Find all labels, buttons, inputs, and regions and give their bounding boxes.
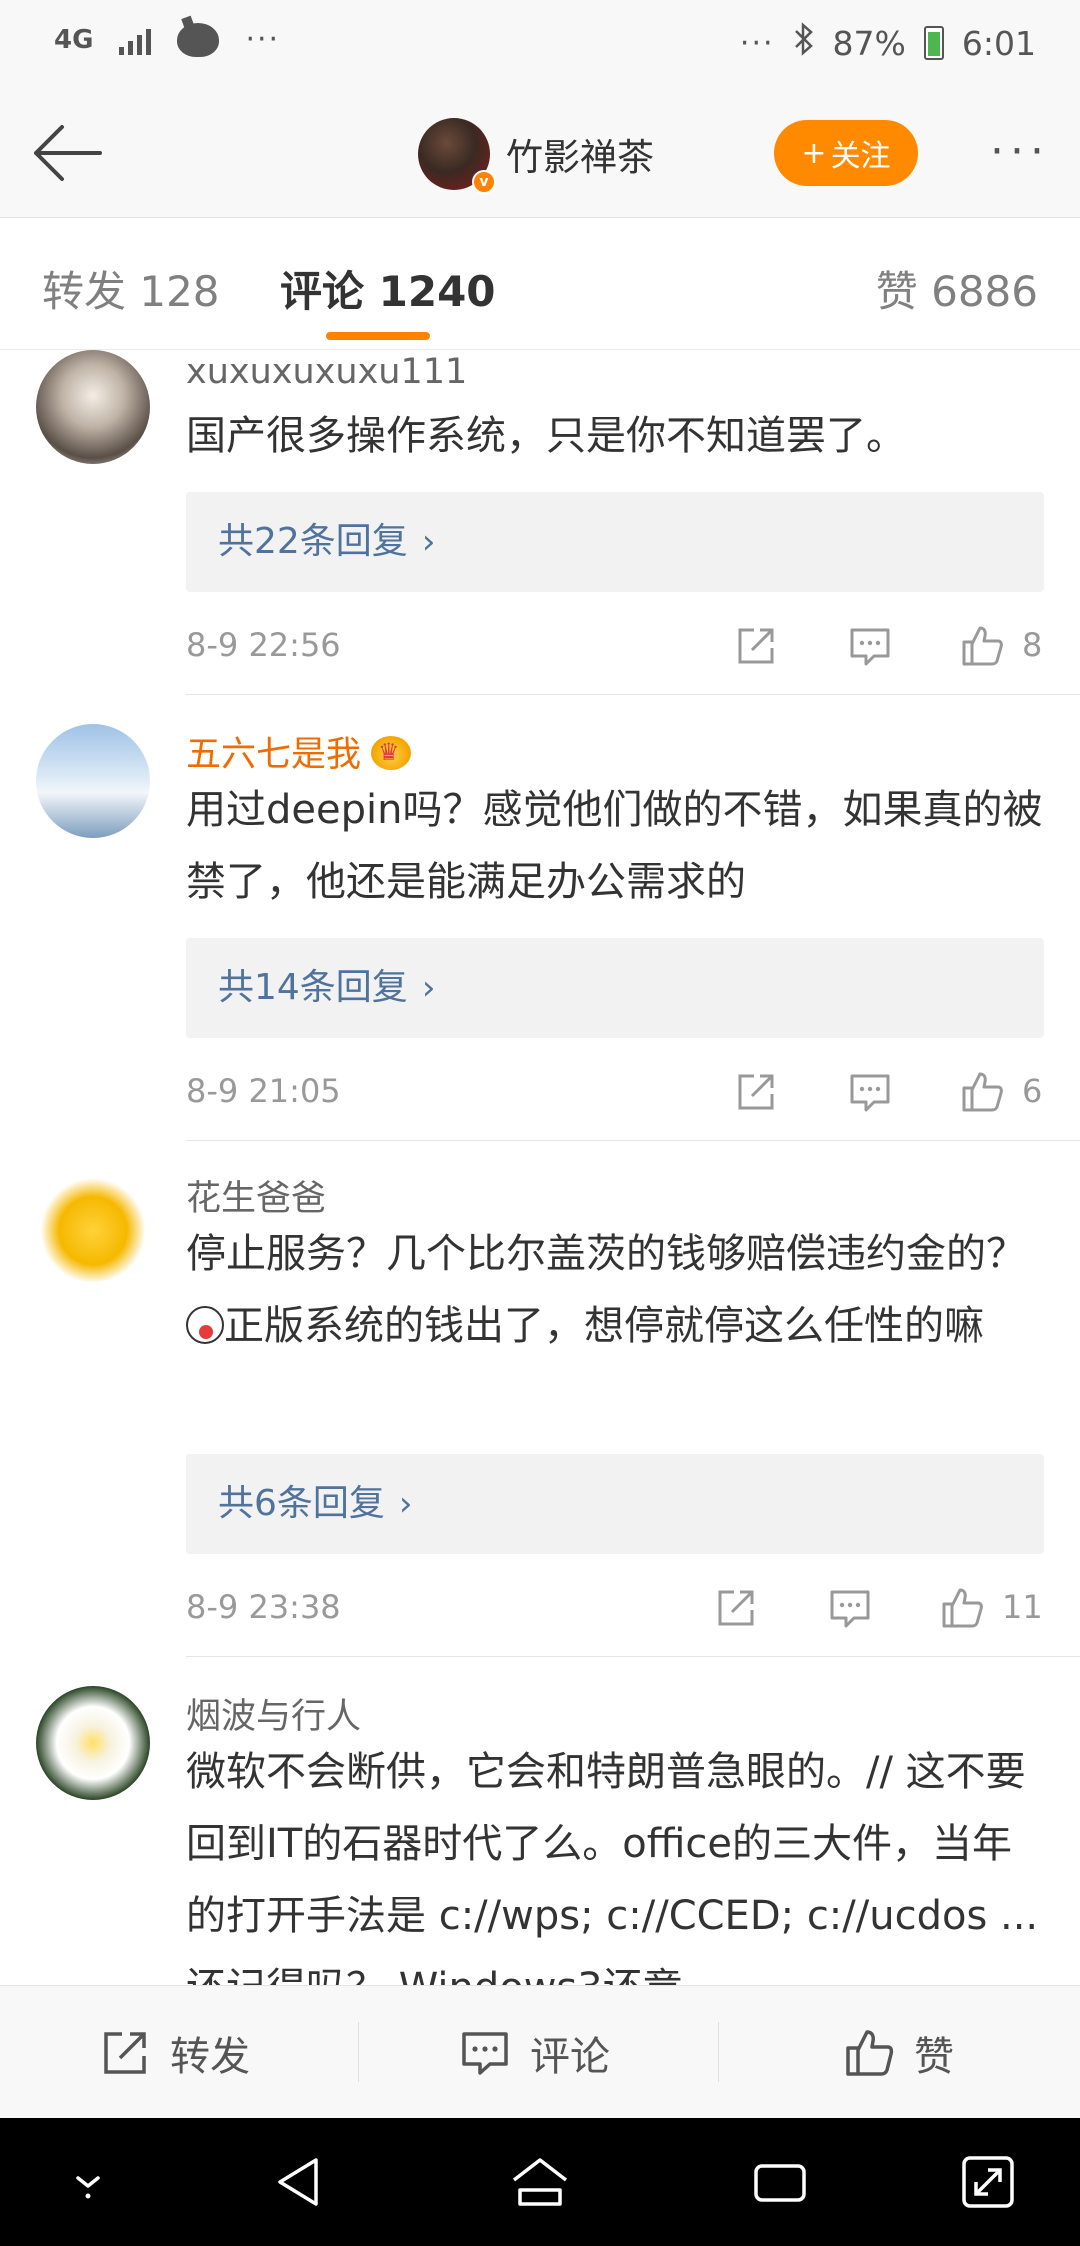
user-avatar[interactable] xyxy=(36,1686,150,1800)
comment-text: 微软不会断供，它会和特朗普急眼的。// 这不要回到IT的石器时代了么。offic… xyxy=(186,1749,1039,1985)
tab-bar: 转发 128 评论 1240 赞 6886 xyxy=(0,218,1080,350)
clock: 6:01 xyxy=(961,23,1036,63)
separator xyxy=(718,2022,719,2082)
home-icon xyxy=(512,2158,568,2206)
comment-username[interactable]: 五六七是我 xyxy=(186,726,412,777)
username-label: 五六七是我 xyxy=(186,735,362,775)
thumbs-up-icon[interactable] xyxy=(958,1068,1006,1116)
system-back-button[interactable] xyxy=(270,2152,330,2212)
user-avatar[interactable] xyxy=(36,350,150,464)
comment-username[interactable]: 烟波与行人 xyxy=(186,1688,361,1739)
repost-button[interactable]: 转发 xyxy=(98,1986,250,2119)
view-replies-button[interactable]: 共6条回复 › xyxy=(186,1454,1044,1554)
repost-label: 转发 xyxy=(170,2033,250,2080)
chevron-right-icon: › xyxy=(421,968,436,1008)
user-avatar[interactable] xyxy=(36,1168,150,1282)
like-count: 11 xyxy=(1002,1588,1043,1626)
thumbs-up-icon xyxy=(846,2029,894,2076)
comment-label: 评论 xyxy=(530,2033,610,2080)
like-button[interactable]: 赞 xyxy=(842,1986,954,2119)
replies-count: 共6条回复 xyxy=(218,1483,385,1524)
comment-timestamp: 8-9 23:38 xyxy=(186,1588,341,1626)
user-avatar[interactable] xyxy=(36,724,150,838)
vip-crown-icon xyxy=(371,736,412,770)
bottom-action-bar: 转发 评论 赞 xyxy=(0,1985,1080,2118)
comment-list[interactable]: xuxuxuxuxu111 国产很多操作系统，只是你不知道罢了。 共22条回复 ›… xyxy=(0,350,1080,1985)
system-expand-button[interactable] xyxy=(958,2152,1018,2212)
comment-meta: 8-9 21:05 6 xyxy=(186,1068,1044,1118)
status-dots-icon: ··· xyxy=(739,25,775,61)
chevron-down-icon xyxy=(76,2176,100,2199)
app-notification-icon xyxy=(177,22,220,57)
comment-icon xyxy=(462,2031,508,2075)
view-replies-button[interactable]: 共14条回复 › xyxy=(186,938,1044,1038)
author-profile[interactable]: v 竹影禅茶 xyxy=(418,118,654,194)
follow-button[interactable]: + 关注 xyxy=(774,120,918,186)
share-icon xyxy=(104,2031,146,2074)
active-tab-indicator xyxy=(326,332,430,340)
separator xyxy=(358,2022,359,2082)
tab-comments[interactable]: 评论 1240 xyxy=(280,258,496,319)
comment-divider xyxy=(186,1140,1080,1141)
comment-username[interactable]: xuxuxuxuxu111 xyxy=(186,352,467,392)
status-bar: 4G ··· ··· 87% 6:01 xyxy=(0,0,1080,90)
comment-text: 用过deepin吗？感觉他们做的不错，如果真的被禁了，他还是能满足办公需求的 xyxy=(186,787,1043,905)
comment-timestamp: 8-9 21:05 xyxy=(186,1072,341,1110)
battery-icon xyxy=(923,26,944,60)
bluetooth-icon xyxy=(793,22,815,64)
triangle-back-icon xyxy=(278,2158,318,2206)
replies-count: 共14条回复 xyxy=(218,967,408,1008)
comment-divider xyxy=(186,1656,1080,1657)
comment-divider xyxy=(186,694,1080,695)
like-count: 8 xyxy=(1022,626,1043,664)
chevron-right-icon: › xyxy=(421,522,436,562)
system-recents-button[interactable] xyxy=(750,2152,810,2212)
network-indicator: 4G xyxy=(54,24,94,55)
share-icon[interactable] xyxy=(712,1584,760,1632)
emoji-face-icon xyxy=(186,1306,224,1344)
battery-percent: 87% xyxy=(832,23,906,63)
comment-icon[interactable] xyxy=(826,1584,874,1632)
comment-meta: 8-9 23:38 11 xyxy=(186,1584,1044,1634)
like-count: 6 xyxy=(1022,1072,1043,1110)
plus-icon: + xyxy=(801,135,827,171)
arrow-left-icon xyxy=(34,125,102,181)
share-icon[interactable] xyxy=(732,622,780,670)
comment-meta: 8-9 22:56 8 xyxy=(186,622,1044,672)
thumbs-up-icon[interactable] xyxy=(958,622,1006,670)
comment-timestamp: 8-9 22:56 xyxy=(186,626,341,664)
share-icon[interactable] xyxy=(732,1068,780,1116)
comment-username[interactable]: 花生爸爸 xyxy=(186,1170,326,1221)
system-home-button[interactable] xyxy=(510,2152,570,2212)
thumbs-up-icon[interactable] xyxy=(938,1584,986,1632)
tab-reposts[interactable]: 转发 128 xyxy=(42,258,220,319)
system-navigation-bar xyxy=(0,2118,1080,2246)
view-replies-button[interactable]: 共22条回复 › xyxy=(186,492,1044,592)
verified-badge-icon: v xyxy=(472,170,496,194)
author-name[interactable]: 竹影禅茶 xyxy=(506,127,654,181)
author-avatar[interactable]: v xyxy=(418,118,496,194)
comment-text: 停止服务？几个比尔盖茨的钱够赔偿违约金的？ 正版系统的钱出了，想停就停这么任性的嘛 xyxy=(186,1218,1046,1362)
replies-count: 共22条回复 xyxy=(218,521,408,562)
comment-button[interactable]: 评论 xyxy=(458,1986,610,2119)
recents-icon xyxy=(754,2164,806,2202)
comment-icon[interactable] xyxy=(846,622,894,670)
comment-text: 国产很多操作系统，只是你不知道罢了。 xyxy=(186,413,906,459)
back-button[interactable] xyxy=(28,118,108,188)
expand-icon xyxy=(962,2156,1014,2208)
top-navigation: v 竹影禅茶 + 关注 ··· xyxy=(0,90,1080,218)
more-notifications-icon: ··· xyxy=(245,22,281,57)
comment-text-part: 停止服务？几个比尔盖茨的钱够赔偿违约金的？ xyxy=(186,1231,1026,1277)
comment-text-part: 正版系统的钱出了，想停就停这么任性的嘛 xyxy=(224,1303,984,1349)
like-label: 赞 xyxy=(914,2033,954,2080)
chevron-right-icon: › xyxy=(398,1484,413,1524)
follow-label: 关注 xyxy=(830,139,891,174)
hide-keyboard-button[interactable] xyxy=(58,2152,118,2212)
signal-icon xyxy=(119,25,152,55)
comment-icon[interactable] xyxy=(846,1068,894,1116)
more-options-button[interactable]: ··· xyxy=(990,130,1050,174)
tab-likes[interactable]: 赞 6886 xyxy=(876,258,1038,319)
